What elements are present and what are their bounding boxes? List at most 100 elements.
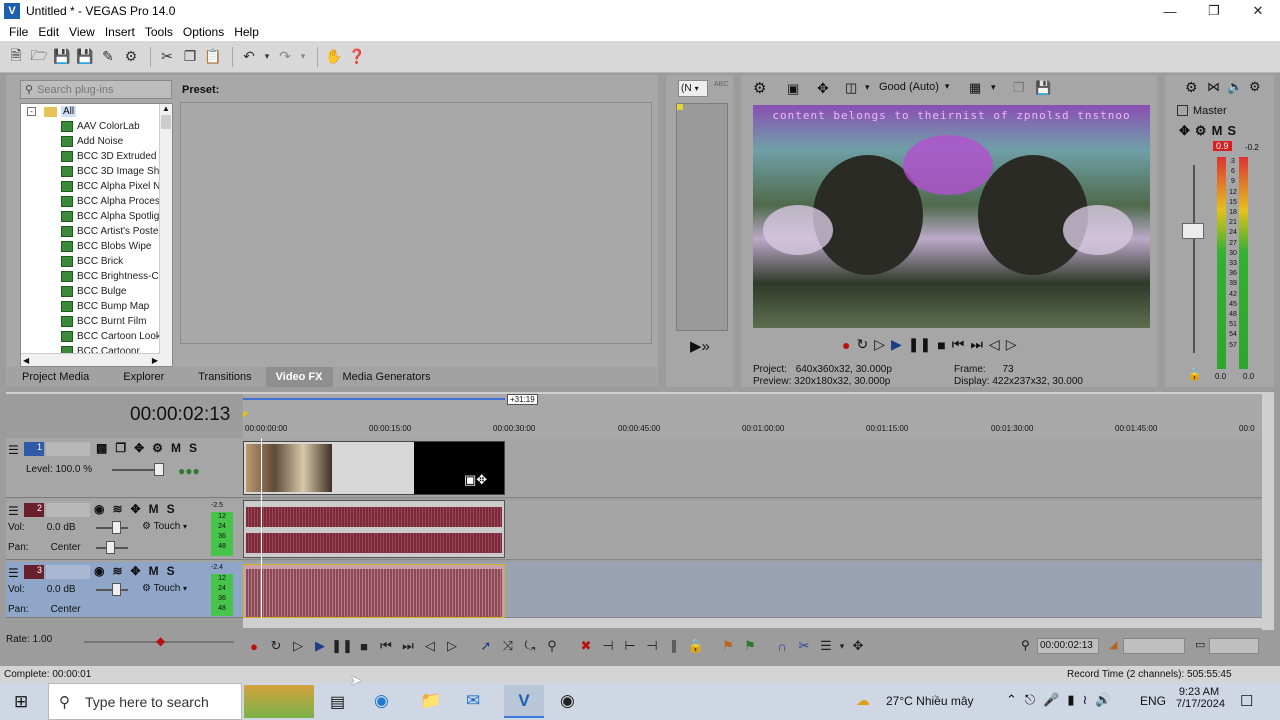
plugin-item[interactable]: BCC Brightness-C: [21, 269, 172, 284]
pan-slider-thumb[interactable]: [106, 541, 115, 554]
go-to-start-icon[interactable]: ⏮: [375, 636, 397, 656]
menu-options[interactable]: Options: [178, 25, 229, 39]
play-icon[interactable]: ▶: [891, 336, 902, 353]
selection-length-field[interactable]: [1123, 638, 1185, 654]
overlays-icon[interactable]: ◫: [845, 80, 857, 96]
taskbar-search-input[interactable]: ⚲ Type here to search: [48, 683, 242, 720]
meet-now-icon[interactable]: ⎋: [1025, 692, 1035, 708]
track-name-field[interactable]: [46, 442, 90, 456]
video-lane[interactable]: ▣✥: [243, 438, 1262, 498]
zoom-tool-icon[interactable]: ⚲: [541, 636, 563, 656]
audio-lane[interactable]: [243, 500, 1262, 560]
envelope-tool-icon[interactable]: ⤨: [497, 636, 519, 656]
selection-end-field[interactable]: [1209, 638, 1259, 654]
plugin-item[interactable]: BCC 3D Image Sha: [21, 164, 172, 179]
minimize-track-icon[interactable]: ☰: [8, 443, 19, 457]
vegas-taskbar-button[interactable]: V: [504, 685, 544, 718]
compositing-icon[interactable]: ❐: [115, 441, 126, 455]
previous-frame-icon[interactable]: ◁: [419, 636, 441, 656]
plugin-item[interactable]: BCC Bulge: [21, 284, 172, 299]
close-icon[interactable]: ✕: [1236, 0, 1280, 22]
vol-slider-thumb[interactable]: [112, 583, 121, 596]
track-fx-gear-icon[interactable]: ⚙: [152, 441, 163, 455]
timeline-hscrollbar[interactable]: [243, 618, 1262, 628]
file-explorer-icon[interactable]: 📁: [420, 691, 441, 711]
automation-mode[interactable]: ⚙ Touch ▾: [142, 583, 187, 594]
chevron-down-icon[interactable]: ▾: [837, 636, 847, 656]
chevron-up-icon[interactable]: ⌃: [1006, 692, 1017, 708]
task-view-icon[interactable]: ▤: [330, 692, 345, 712]
menu-help[interactable]: Help: [229, 25, 264, 39]
master-settings-gear-icon[interactable]: ⚙: [1185, 79, 1198, 96]
plugin-item[interactable]: BCC Brick: [21, 254, 172, 269]
menu-insert[interactable]: Insert: [100, 25, 140, 39]
minimize-icon[interactable]: —: [1148, 0, 1192, 22]
trim-start-icon[interactable]: ⊢: [619, 636, 641, 656]
timeline-ruler[interactable]: +31:19 00:00:00:00 00:00:15:00 00:00:30:…: [243, 394, 1262, 438]
track-name-field[interactable]: [46, 503, 90, 517]
level-slider-thumb[interactable]: [154, 463, 164, 476]
microphone-icon[interactable]: 🎤: [1043, 692, 1059, 708]
weather-text[interactable]: 27°C Nhiều mây: [886, 694, 974, 708]
mail-icon[interactable]: ✉: [466, 691, 480, 711]
undo-icon[interactable]: ↶: [239, 47, 259, 67]
master-mute-button[interactable]: M: [1212, 123, 1223, 139]
mute-button[interactable]: M: [149, 502, 159, 516]
menu-edit[interactable]: Edit: [33, 25, 64, 39]
track-name-field[interactable]: [46, 565, 90, 579]
save-snapshot-icon[interactable]: 💾: [1035, 80, 1051, 96]
restore-icon[interactable]: ❐: [1192, 0, 1236, 22]
auto-crossfade-icon[interactable]: ✂: [793, 636, 815, 656]
menu-file[interactable]: File: [4, 25, 33, 39]
go-to-end-icon[interactable]: ⏭: [397, 636, 419, 656]
pause-icon[interactable]: ❚❚: [331, 636, 353, 656]
stop-icon[interactable]: ■: [353, 636, 375, 656]
menu-tools[interactable]: Tools: [140, 25, 178, 39]
master-solo-button[interactable]: S: [1227, 123, 1236, 139]
split-screen-icon[interactable]: ✥: [817, 80, 829, 97]
trimmer-dropdown[interactable]: (N ▾: [678, 80, 708, 97]
solo-button[interactable]: S: [167, 564, 175, 578]
transport-timecode[interactable]: 00:00:02:13: [1037, 638, 1099, 654]
plugin-item[interactable]: BCC Cartoon Look: [21, 329, 172, 344]
pan-icon[interactable]: ✥: [131, 502, 141, 516]
save-as-icon[interactable]: 💾: [75, 47, 95, 67]
minimize-track-icon[interactable]: ☰: [8, 566, 19, 580]
plugin-item[interactable]: BCC Alpha Spotlig: [21, 209, 172, 224]
audio-track-header[interactable]: ☰ 2 ◉ ≋ ✥ M S Vol: 0.0 dB ⚙ Touch ▾ Pan: Cente…: [6, 500, 243, 560]
plugin-item[interactable]: BCC Bump Map: [21, 299, 172, 314]
normal-edit-tool-icon[interactable]: ➚: [475, 636, 497, 656]
next-frame-icon[interactable]: ▷: [441, 636, 463, 656]
snapping-icon[interactable]: ∩: [771, 636, 793, 656]
solo-button[interactable]: S: [189, 441, 197, 455]
ripple-edit-icon[interactable]: ☰: [815, 636, 837, 656]
preview-settings-gear-icon[interactable]: ⚙: [753, 79, 766, 97]
downmix-icon[interactable]: ⋈: [1207, 79, 1220, 95]
copy-icon[interactable]: ❐: [180, 47, 200, 67]
copy-snapshot-icon[interactable]: ❐: [1013, 80, 1025, 96]
track-motion-icon[interactable]: ▩: [96, 441, 107, 455]
tab-explorer[interactable]: Explorer: [113, 367, 174, 387]
video-clip[interactable]: ▣✥: [243, 441, 505, 495]
plugin-item[interactable]: AAV ColorLab: [21, 119, 172, 134]
insert-marker-icon[interactable]: ⚑: [717, 636, 739, 656]
play-from-start-icon[interactable]: ▷: [287, 636, 309, 656]
delete-icon[interactable]: ✖: [575, 636, 597, 656]
tree-hscrollbar[interactable]: ◀ ▶: [21, 353, 160, 366]
search-highlight-image[interactable]: [244, 685, 314, 718]
vol-slider-thumb[interactable]: [112, 521, 121, 534]
windows-start-icon[interactable]: ⊞: [14, 692, 28, 712]
invert-phase-icon[interactable]: ≋: [112, 502, 122, 516]
audio-track-header-selected[interactable]: ☰ 3 ◉ ≋ ✥ M S Vol: 0.0 dB ⚙ Touch ▾ Pan: Cente…: [6, 562, 243, 618]
insert-region-icon[interactable]: ⚑: [739, 636, 761, 656]
save-icon[interactable]: 💾: [52, 47, 72, 67]
edge-browser-icon[interactable]: ◉: [374, 691, 389, 711]
undo-dropdown-icon[interactable]: ▾: [262, 47, 272, 67]
language-indicator[interactable]: ENG: [1140, 694, 1166, 708]
plugin-search-input[interactable]: ⚲ Search plug-ins: [20, 80, 172, 99]
properties-gear-icon[interactable]: ⚙: [121, 47, 141, 67]
go-to-end-icon[interactable]: ⏭: [970, 336, 983, 353]
record-icon[interactable]: ●: [842, 337, 850, 353]
app-taskbar-icon[interactable]: ◉: [560, 691, 575, 711]
plugin-item[interactable]: BCC Burnt Film: [21, 314, 172, 329]
